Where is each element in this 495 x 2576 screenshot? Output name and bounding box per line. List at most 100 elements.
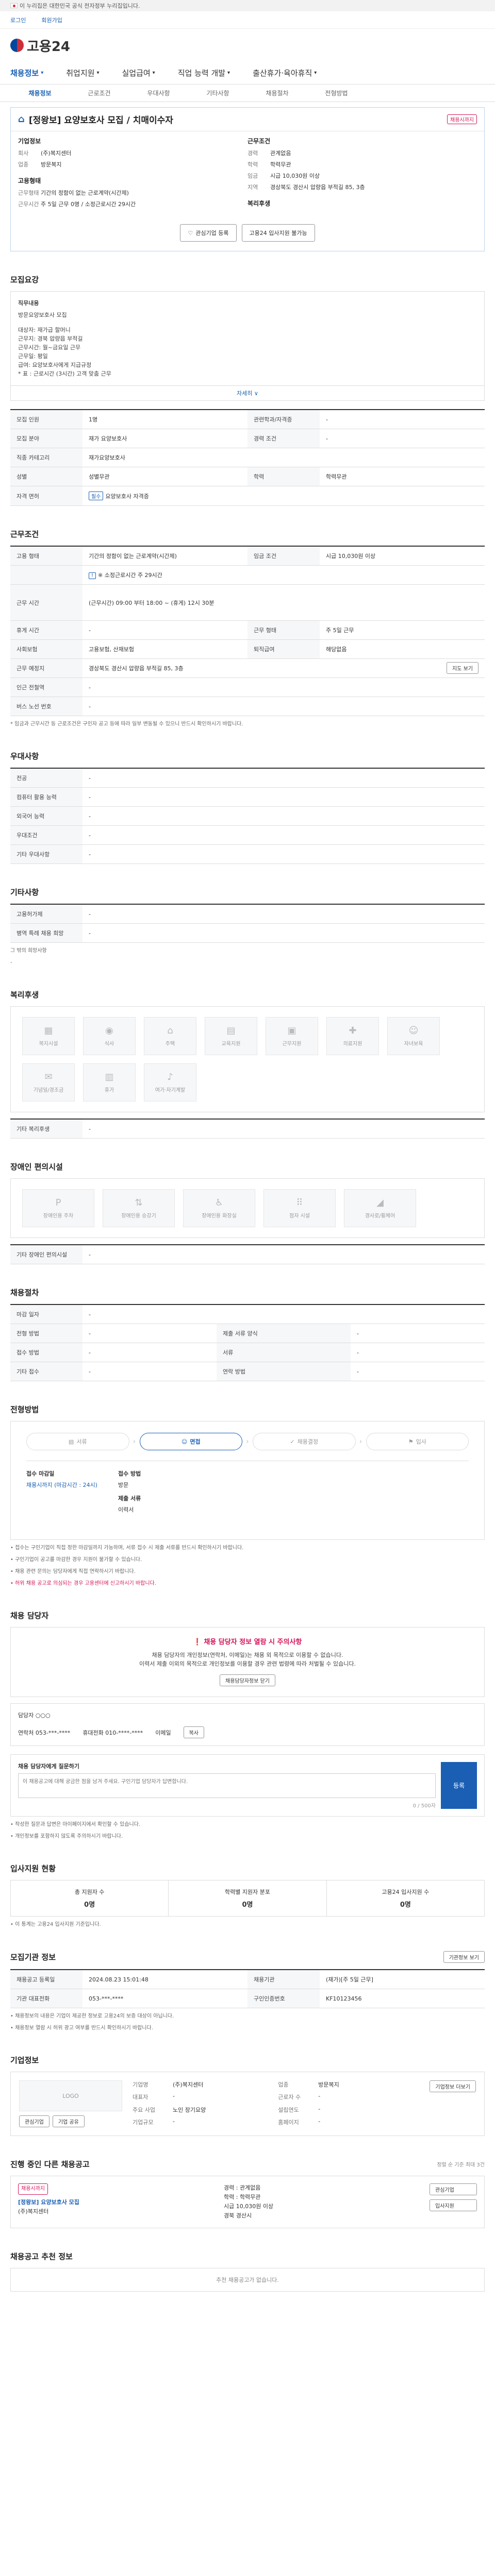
ramp-icon: ◢ bbox=[376, 1197, 384, 1208]
summary-left-column: 기업정보 회사 (주)복지센터 업종 방문복지 고용형태 근무형태 기간의 정함이 없… bbox=[18, 137, 248, 216]
company-more-button[interactable]: 기업정보 더보기 bbox=[430, 2080, 476, 2092]
warning-title-text: 채용 담당자 정보 열람 시 주의사항 bbox=[204, 1638, 302, 1646]
kv-row: 근무시간 주 5일 근무 0명 / 소정근로시간 29시간 bbox=[18, 200, 248, 209]
tab-selection[interactable]: 전형방법 bbox=[307, 89, 366, 97]
etc-table: 고용허가제 - 병역 특례 채용 희망 - bbox=[10, 904, 485, 943]
company-value: 노인 장기요양 bbox=[173, 2106, 206, 2113]
gnb-item-jobs[interactable]: 채용정보 ▾ bbox=[10, 67, 43, 78]
related-job-card[interactable]: 채용시까지 [정왕보] 요양보호사 모집 (주)복지센터 경력 : 관계없음 학… bbox=[10, 2176, 485, 2228]
contact-value: ○○○ bbox=[35, 1712, 51, 1719]
gov-banner: 이 누리집은 대한민국 공식 전자정부 누리집입니다. bbox=[0, 0, 495, 11]
table-key: 외국어 능력 bbox=[10, 806, 82, 826]
close-contact-info-button[interactable]: 채용담당자정보 닫기 bbox=[220, 1674, 275, 1686]
tab-process[interactable]: 채용절차 bbox=[248, 89, 307, 97]
map-view-button[interactable]: 지도 보기 bbox=[447, 662, 478, 674]
welfare-item: ⌂ 주택 bbox=[144, 1017, 196, 1055]
description-line: 방문요양보호사 모집 bbox=[18, 312, 67, 318]
arrow-right-icon: › bbox=[133, 1437, 136, 1446]
gnb-item-unemployment[interactable]: 실업급여 ▾ bbox=[122, 67, 155, 78]
document-icon: ▤ bbox=[68, 1438, 74, 1445]
gnb-item-support[interactable]: 취업지원 ▾ bbox=[66, 67, 99, 78]
stat-item: 총 지원자 수 0명 bbox=[11, 1880, 169, 1916]
facility-item: ⇅ 장애인용 승강기 bbox=[103, 1189, 175, 1227]
company-key: 주요 사업 bbox=[133, 2106, 155, 2113]
apply-unavailable-button[interactable]: 고용24 입사지원 불가능 bbox=[241, 224, 315, 242]
table-row: 인근 전철역 - bbox=[10, 677, 485, 697]
welfare-label: 의료지원 bbox=[343, 1041, 362, 1047]
contact-phone-row: 연락처 053-***-**** 휴대전화 010-****-**** 이메일 … bbox=[18, 1726, 477, 1738]
signup-link[interactable]: 회원가입 bbox=[41, 16, 62, 24]
company-interest-button[interactable]: 관심기업 bbox=[19, 2115, 50, 2127]
inquiry-title: 채용 담당자에게 질문하기 bbox=[18, 1763, 79, 1770]
table-key: 휴게 시간 bbox=[10, 620, 82, 640]
gnb-label: 취업지원 bbox=[66, 69, 95, 78]
welfare-label: 자녀보육 bbox=[404, 1041, 423, 1047]
related-apply-button[interactable]: 입사지원 bbox=[430, 2199, 477, 2211]
table-value: KF10123456 bbox=[320, 1989, 485, 2008]
license-text: 요양보호사 자격증 bbox=[105, 493, 149, 500]
step-document: ▤ 서류 bbox=[26, 1433, 129, 1450]
button-label: 관심기업 등록 bbox=[195, 230, 229, 236]
footer-spacer bbox=[0, 2292, 495, 2323]
step-label: 채용결정 bbox=[297, 1438, 319, 1445]
login-link[interactable]: 로그인 bbox=[10, 16, 26, 24]
chevron-down-icon: ▾ bbox=[314, 70, 317, 76]
company-share-button[interactable]: 기업 공유 bbox=[52, 2115, 85, 2127]
kv-row: 경력 관계없음 bbox=[248, 149, 477, 158]
section-title-text: 기업정보 bbox=[10, 2056, 39, 2065]
step-decision: ✓ 채용결정 bbox=[253, 1433, 356, 1450]
job-summary-header: ⌂ [정왕보] 요양보호사 모집 / 치매이수자 채용시까지 bbox=[11, 108, 484, 131]
gnb-item-leave[interactable]: 출산휴가·육아휴직 ▾ bbox=[253, 67, 317, 78]
gnb-item-training[interactable]: 직업 능력 개발 ▾ bbox=[178, 67, 230, 78]
job-title: [정왕보] 요양보호사 모집 / 치매이수자 bbox=[28, 115, 173, 126]
interest-company-button[interactable]: ♡ 관심기업 등록 bbox=[180, 224, 237, 242]
table-value: - bbox=[82, 620, 248, 640]
gov-banner-text: 이 누리집은 대한민국 공식 전자정부 누리집입니다. bbox=[20, 3, 140, 9]
table-value: - bbox=[82, 825, 485, 845]
table-key: 마감 일자 bbox=[10, 1304, 82, 1324]
facility-label: 장애인용 주차 bbox=[43, 1213, 74, 1219]
company-key: 근로자 수 bbox=[278, 2094, 301, 2101]
table-row: 컴퓨터 활용 능력 - bbox=[10, 787, 485, 807]
section-title-text: 근무조건 bbox=[10, 530, 39, 539]
step-label: 면접 bbox=[190, 1438, 201, 1445]
job-summary-columns: 기업정보 회사 (주)복지센터 업종 방문복지 고용형태 근무형태 기간의 정함이 없… bbox=[11, 131, 484, 221]
recommend-empty: 추천 채용공고가 없습니다. bbox=[10, 2268, 485, 2292]
step-label: 서류 bbox=[76, 1438, 87, 1445]
tab-etc[interactable]: 기타사항 bbox=[188, 89, 248, 97]
block-title: 복리후생 bbox=[248, 200, 271, 207]
agency-info-button[interactable]: 기관정보 보기 bbox=[443, 1951, 485, 1963]
kv-key: 업종 bbox=[18, 161, 29, 168]
stat-label: 학력별 지원자 분포 bbox=[225, 1889, 270, 1895]
disability-icon-grid: P 장애인용 주차 ⇅ 장애인용 승강기 ♿ 장애인용 화장실 ⠿ 점자 시설 ◢ 경사로… bbox=[10, 1178, 485, 1238]
tab-preference[interactable]: 우대사항 bbox=[129, 89, 188, 97]
contact-warning-box: ❗ 채용 담당자 정보 열람 시 주의사항 채용 담당자의 개인정보(연락처, … bbox=[10, 1627, 485, 1697]
description-head: 직무내용 bbox=[18, 300, 39, 307]
table-value: 재가요양보호사 bbox=[82, 448, 485, 467]
related-job-left: 채용시까지 [정왕보] 요양보호사 모집 (주)복지센터 bbox=[11, 2176, 217, 2228]
section-title-selection: 전형방법 bbox=[10, 1404, 485, 1415]
home-icon: ⌂ bbox=[18, 114, 25, 125]
site-logo[interactable]: 고용24 bbox=[10, 36, 70, 55]
related-job-title[interactable]: [정왕보] 요양보호사 모집 bbox=[18, 2198, 209, 2207]
company-value: 방문복지 bbox=[318, 2081, 339, 2088]
step-interview: ☺ 면접 bbox=[139, 1433, 242, 1450]
copy-email-button[interactable]: 복사 bbox=[183, 1726, 205, 1738]
detail-table: 모집 인원 1명 관련학과/자격증 - 모집 분야 재가 요양보호사 경력 조건 - 직종 … bbox=[10, 409, 485, 506]
inquiry-submit-button[interactable]: 등록 bbox=[441, 1762, 477, 1809]
expand-description-button[interactable]: 자세히 ∨ bbox=[10, 386, 485, 401]
tab-recruit[interactable]: 채용정보 bbox=[10, 89, 70, 97]
table-value: 성별무관 bbox=[82, 467, 248, 486]
welfare-item: ♪ 여가·자기계발 bbox=[144, 1063, 196, 1101]
table-value: - bbox=[82, 1343, 217, 1362]
table-row: 전형 방법 - 제출 서류 양식 - bbox=[10, 1324, 485, 1343]
table-key: 접수 방법 bbox=[10, 1343, 82, 1362]
related-interest-button[interactable]: 관심기업 bbox=[430, 2183, 477, 2195]
company-info-box: LOGO 관심기업 기업 공유 기업명 (주)복지센터 업종 방문복지 대표자 - 근… bbox=[10, 2072, 485, 2136]
kv-value: 주 5일 근무 0명 / 소정근로시간 29시간 bbox=[41, 201, 136, 208]
inquiry-textarea[interactable] bbox=[18, 1773, 436, 1798]
welfare-item: ▤ 교육지원 bbox=[205, 1017, 257, 1055]
table-row: ! ※ 소정근로시간 주 29시간 bbox=[10, 565, 485, 585]
table-row: 전공 - bbox=[10, 768, 485, 788]
tab-conditions[interactable]: 근로조건 bbox=[70, 89, 129, 97]
